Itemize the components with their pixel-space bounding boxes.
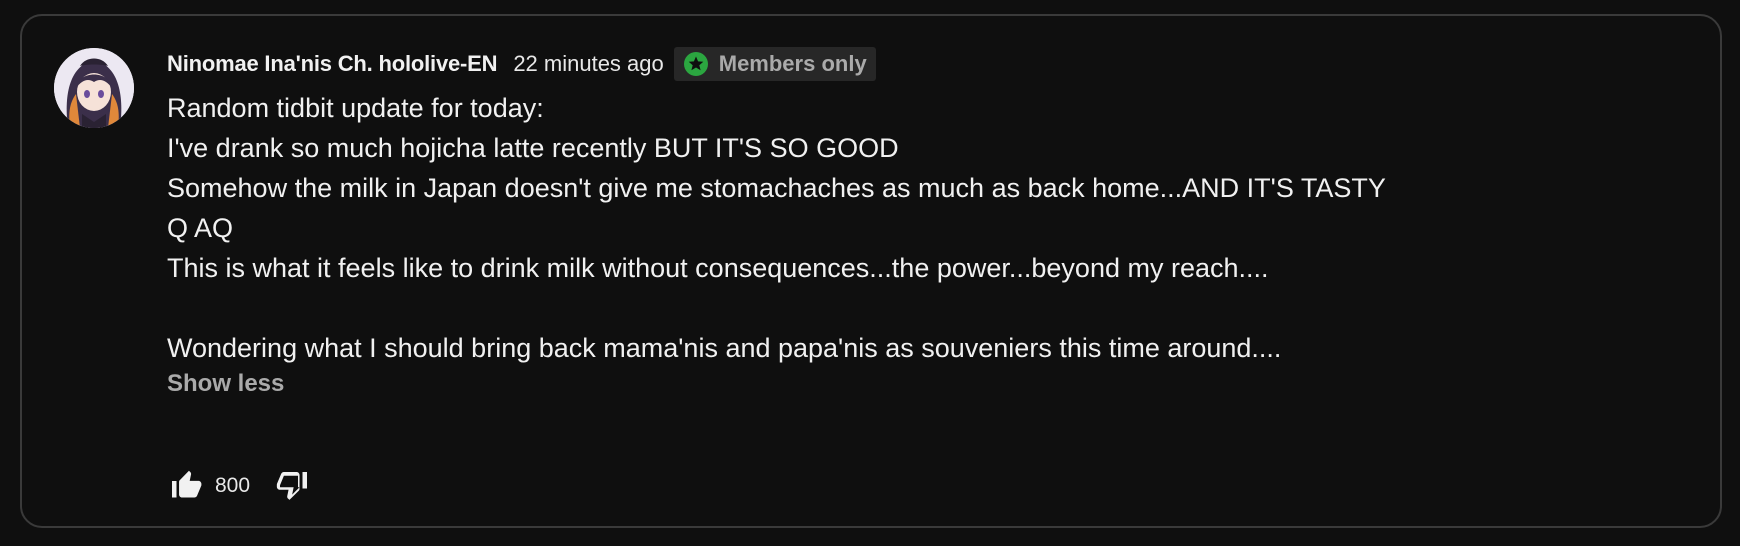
members-only-badge: Members only <box>673 47 876 81</box>
comment-line: This is what it feels like to drink milk… <box>167 253 1269 283</box>
like-count: 800 <box>215 474 251 497</box>
show-less-button[interactable]: Show less <box>167 370 284 398</box>
comment-actions: 800 <box>167 466 312 506</box>
thumbs-down-icon <box>274 466 310 507</box>
comment-line: Q AQ <box>167 213 234 243</box>
avatar-image <box>54 48 134 128</box>
dislike-button[interactable] <box>272 466 312 506</box>
comment-card: Ninomae Ina'nis Ch. hololive-EN 22 minut… <box>20 14 1722 528</box>
comment-content: Ninomae Ina'nis Ch. hololive-EN 22 minut… <box>167 46 1660 398</box>
comment-line: Wondering what I should bring back mama'… <box>167 333 1282 363</box>
comment-timestamp[interactable]: 22 minutes ago <box>513 51 663 77</box>
author-name[interactable]: Ninomae Ina'nis Ch. hololive-EN <box>167 51 498 77</box>
badge-label: Members only <box>718 51 867 76</box>
thumbs-up-icon <box>169 466 205 507</box>
comment-header: Ninomae Ina'nis Ch. hololive-EN 22 minut… <box>167 46 1660 82</box>
comment-text: Random tidbit update for today: I've dra… <box>167 88 1660 368</box>
like-button[interactable] <box>167 466 207 506</box>
avatar[interactable] <box>54 48 134 128</box>
comment-line: Somehow the milk in Japan doesn't give m… <box>167 173 1386 203</box>
star-icon <box>683 51 709 77</box>
comment-line: I've drank so much hojicha latte recentl… <box>167 133 899 163</box>
comment-line: Random tidbit update for today: <box>167 93 544 123</box>
comment-blank-line <box>167 288 1660 328</box>
